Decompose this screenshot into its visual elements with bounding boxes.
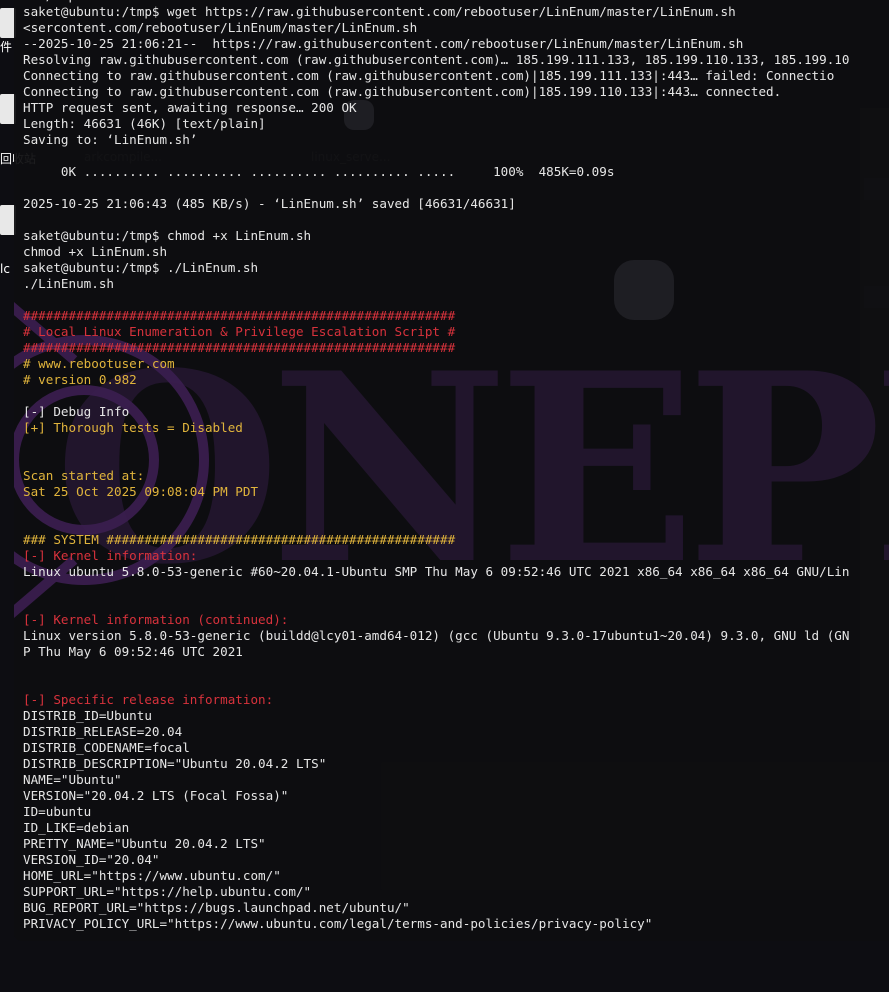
- terminal-line: [-] Debug Info: [23, 404, 130, 419]
- terminal-line: DISTRIB_RELEASE=20.04: [23, 724, 183, 739]
- terminal-line: Resolving raw.githubusercontent.com (raw…: [23, 52, 850, 67]
- terminal-line: SUPPORT_URL="https://help.ubuntu.com/": [23, 884, 312, 899]
- terminal-line: P Thu May 6 09:52:46 UTC 2021: [23, 644, 243, 659]
- terminal-line: ### SYSTEM #############################…: [23, 532, 456, 547]
- terminal-line: DISTRIB_DESCRIPTION="Ubuntu 20.04.2 LTS": [23, 756, 327, 771]
- terminal-line: DISTRIB_ID=Ubuntu: [23, 708, 152, 723]
- terminal-line: BUG_REPORT_URL="https://bugs.launchpad.n…: [23, 900, 410, 915]
- terminal-line: Connecting to raw.githubusercontent.com …: [23, 84, 782, 99]
- terminal-line: saket@ubuntu:/tmp$ ./LinEnum.sh: [23, 260, 259, 275]
- terminal-line: # version 0.982: [23, 372, 137, 387]
- terminal-line: [-] Kernel information:: [23, 548, 198, 563]
- terminal-line: PRETTY_NAME="Ubuntu 20.04.2 LTS": [23, 836, 266, 851]
- terminal-line: HOME_URL="https://www.ubuntu.com/": [23, 868, 281, 883]
- terminal-line: ########################################…: [23, 308, 456, 323]
- terminal-line: Linux version 5.8.0-53-generic (buildd@l…: [23, 628, 850, 643]
- terminal-line: chmod +x LinEnum.sh: [23, 244, 168, 259]
- terminal-line: Sat 25 Oct 2025 09:08:04 PM PDT: [23, 484, 259, 499]
- terminal-line: ID_LIKE=debian: [23, 820, 130, 835]
- terminal-line: NAME="Ubuntu": [23, 772, 122, 787]
- terminal-line: [+] Thorough tests = Disabled: [23, 420, 243, 435]
- terminal-line: ID=ubuntu: [23, 804, 92, 819]
- terminal-line: 2025-10-25 21:06:43 (485 KB/s) - ‘LinEnu…: [23, 196, 516, 211]
- terminal-line: # Local Linux Enumeration & Privilege Es…: [23, 324, 456, 339]
- terminal-line: saket@ubuntu:/tmp$ wget https://raw.gith…: [23, 4, 736, 19]
- terminal-line: --2025-10-25 21:06:21-- https://raw.gith…: [23, 36, 744, 51]
- screen: 件 回收站 lc arkcompile...linux_serve... ONE…: [0, 0, 889, 992]
- terminal-line: DISTRIB_CODENAME=focal: [23, 740, 190, 755]
- terminal-window[interactable]: ONEPIECE cd /tmpsaket@ubuntu:/tmp$ wget …: [14, 0, 889, 941]
- terminal-line: VERSION_ID="20.04": [23, 852, 160, 867]
- terminal-line: saket@ubuntu:/tmp$ chmod +x LinEnum.sh: [23, 228, 312, 243]
- terminal-line: [-] Specific release information:: [23, 692, 274, 707]
- terminal-line: Connecting to raw.githubusercontent.com …: [23, 68, 835, 83]
- terminal-line: 0K .......... .......... .......... ....…: [23, 164, 615, 179]
- desktop-icon-label: lc: [0, 262, 10, 276]
- terminal-line: Length: 46631 (46K) [text/plain]: [23, 116, 266, 131]
- terminal-line: ########################################…: [23, 340, 456, 355]
- terminal-line: <sercontent.com/rebootuser/LinEnum/maste…: [23, 20, 418, 35]
- terminal-line: VERSION="20.04.2 LTS (Focal Fossa)": [23, 788, 289, 803]
- terminal-line: ./LinEnum.sh: [23, 276, 114, 291]
- terminal-line: Linux ubuntu 5.8.0-53-generic #60~20.04.…: [23, 564, 850, 579]
- terminal-line: Saving to: ‘LinEnum.sh’: [23, 132, 198, 147]
- terminal-line: HTTP request sent, awaiting response… 20…: [23, 100, 357, 115]
- terminal-line: Scan started at:: [23, 468, 145, 483]
- desktop-icon-label: 件: [0, 40, 13, 54]
- terminal-line: PRIVACY_POLICY_URL="https://www.ubuntu.c…: [23, 916, 653, 931]
- terminal-line: # www.rebootuser.com: [23, 356, 175, 371]
- terminal-output[interactable]: cd /tmpsaket@ubuntu:/tmp$ wget https://r…: [23, 0, 889, 932]
- terminal-line: [-] Kernel information (continued):: [23, 612, 289, 627]
